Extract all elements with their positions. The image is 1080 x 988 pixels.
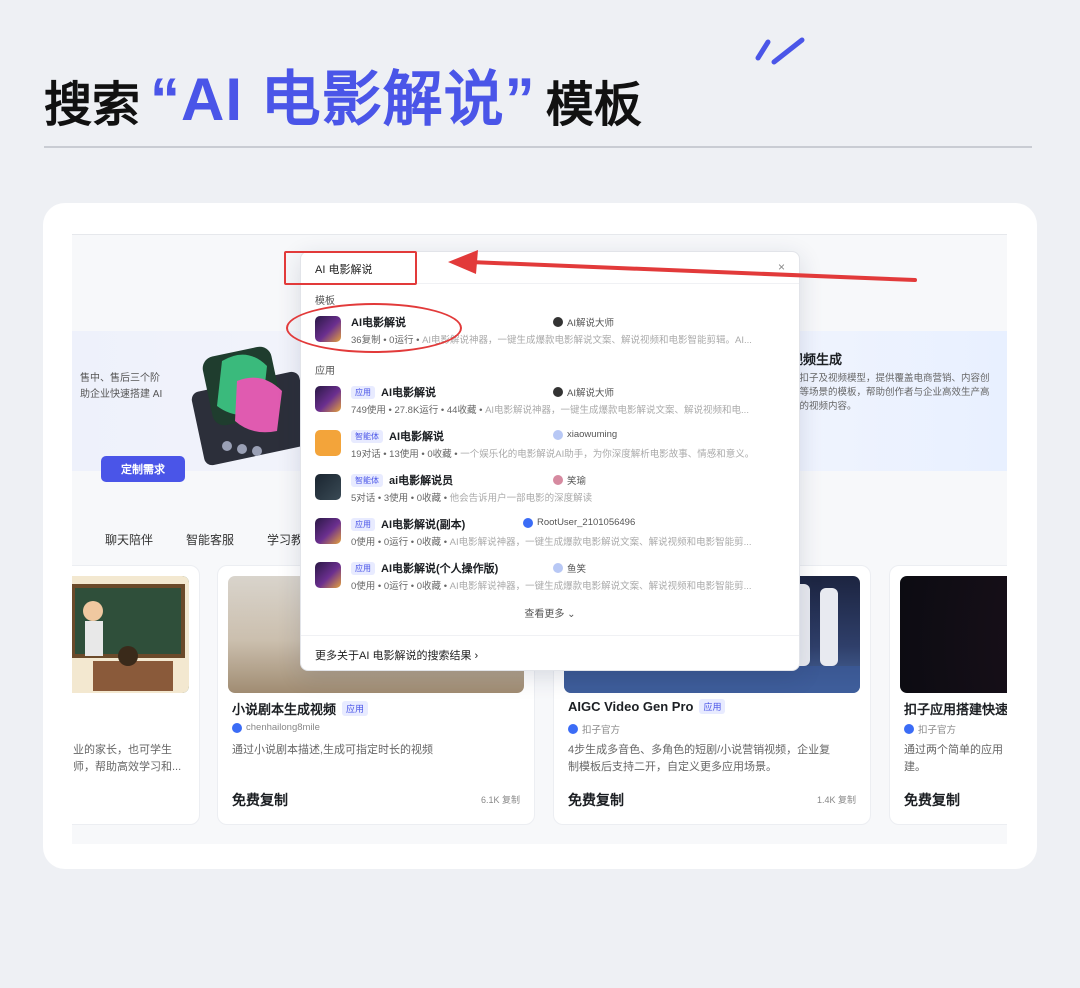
tab-customer-service[interactable]: 智能客服 — [186, 531, 234, 548]
screenshot-card: 售中、售后三个阶 助企业快速搭建 AI 视频生成 于扣子及视频模型，提供覆盖电商… — [43, 203, 1037, 869]
card-badge: 应用 — [699, 699, 726, 714]
headline: 搜索 “AI 电影解说” 模板 — [44, 70, 642, 130]
card-price: 免费复制 — [232, 792, 288, 808]
avatar — [553, 429, 563, 440]
card-author[interactable]: 扣子官方 — [568, 722, 620, 736]
avatar — [553, 563, 563, 573]
puzzle-icon — [315, 430, 341, 456]
card-badge: 应用 — [342, 701, 369, 716]
search-result-item[interactable]: 应用 AI电影解说 AI解说大师 749使用 • 27.8K运行 • 44收藏 … — [313, 380, 789, 422]
result-highlight-oval — [286, 303, 462, 353]
card-description: 4步生成多音色、多角色的短剧/小说营销视频，企业复 制模板后支持二开，自定义更多… — [568, 744, 831, 773]
result-author: RootUser_2101056496 — [523, 517, 635, 528]
search-result-item[interactable]: 应用 AI电影解说(个人操作版) 鱼笑 0使用 • 0运行 • 0收藏 • AI… — [313, 556, 789, 598]
avatar — [523, 517, 533, 528]
result-author: 鱼笑 — [553, 561, 586, 575]
card-title: AIGC Video Gen Pro — [568, 699, 694, 714]
section-templates-label: 模板 — [315, 296, 335, 307]
video-gen-intro: 视频生成 于扣子及视频模型，提供覆盖电商营销、内容创 要等场景的模板，帮助创作者… — [790, 352, 990, 412]
search-result-item[interactable]: 应用 AI电影解说(副本) RootUser_2101056496 0使用 • … — [313, 512, 789, 554]
card-author[interactable]: 扣子官方 — [904, 722, 956, 736]
banner-left-text: 售中、售后三个阶 助企业快速搭建 AI — [80, 373, 163, 400]
avatar — [553, 475, 563, 485]
result-author: 笑瑜 — [553, 473, 586, 487]
card-title: 小说剧本生成视频 — [232, 702, 337, 717]
result-author: AI解说大师 — [553, 315, 614, 329]
template-card-education[interactable]: 业的家长，也可学生 师，帮助高效学习和... — [72, 565, 200, 825]
card-price: 免费复制 — [904, 792, 960, 808]
classroom-illustration — [72, 576, 189, 693]
category-tabs: 聊天陪伴 智能客服 学习教育 — [72, 531, 315, 548]
close-icon[interactable]: × — [778, 260, 785, 274]
sparkle-icon — [755, 37, 805, 65]
card-copy-count: 1.4K 复制 — [816, 795, 856, 805]
view-more-link[interactable]: 查看更多 ⌄ — [301, 605, 799, 620]
tab-chat-companion[interactable]: 聊天陪伴 — [105, 531, 153, 548]
more-search-results-link[interactable]: 更多关于AI 电影解说的搜索结果 › — [301, 635, 799, 671]
headline-keyword: “AI 电影解说” — [150, 66, 536, 133]
movie-icon — [315, 562, 341, 588]
search-result-item[interactable]: 智能体 ai电影解说员 笑瑜 5对话 • 3使用 • 0收藏 • 他会告诉用户一… — [313, 468, 789, 510]
result-author: AI解说大师 — [553, 385, 614, 399]
card-description: 通过两个简单的应用 建。 — [904, 744, 1003, 773]
card-price: 免费复制 — [568, 792, 624, 808]
avatar — [232, 722, 242, 733]
avatar — [904, 724, 914, 734]
avatar — [553, 317, 563, 327]
avatar — [568, 724, 578, 734]
card-author[interactable]: chenhailong8mile — [232, 722, 320, 733]
avatar — [553, 387, 563, 397]
headline-suffix: 模板 — [545, 79, 642, 132]
result-author: xiaowuming — [553, 429, 617, 440]
card-title: 扣子应用搭建快速 — [904, 702, 1007, 717]
section-apps-label: 应用 — [315, 366, 335, 377]
search-result-item[interactable]: 智能体 AI电影解说 xiaowuming 19对话 • 13使用 • 0收藏 … — [313, 424, 789, 466]
headline-divider — [44, 146, 1032, 148]
movie-icon — [315, 386, 341, 412]
template-card-app-builder[interactable]: 扣子应用搭建快速 扣子官方 通过两个简单的应用 建。 免费复制 — [889, 565, 1007, 825]
movie-icon — [315, 518, 341, 544]
card-description: 通过小说剧本描述,生成可指定时长的视频 — [232, 744, 434, 756]
film-icon — [315, 474, 341, 500]
card-thumbnail — [900, 576, 1007, 693]
card-thumbnail — [72, 576, 189, 693]
coze-template-page: 售中、售后三个阶 助企业快速搭建 AI 视频生成 于扣子及视频模型，提供覆盖电商… — [72, 234, 1007, 844]
custom-request-button[interactable]: 定制需求 — [101, 456, 185, 482]
device-illustration — [191, 346, 312, 466]
search-query-highlight — [284, 251, 417, 285]
card-copy-count: 6.1K 复制 — [480, 795, 520, 805]
headline-prefix: 搜索 — [44, 79, 141, 132]
